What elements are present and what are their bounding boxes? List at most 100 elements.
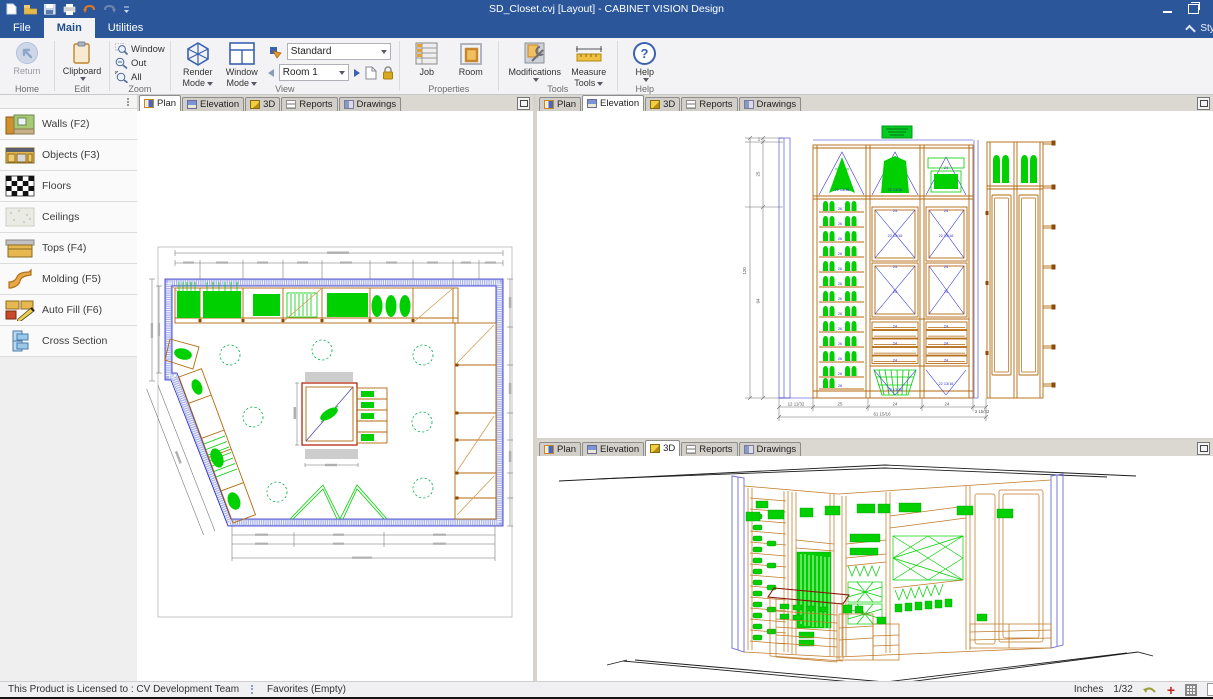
previous-room-button[interactable] — [268, 69, 274, 77]
tab-file[interactable]: File — [0, 18, 44, 38]
lock-icon[interactable] — [382, 66, 394, 80]
tab-plan[interactable]: Plan — [539, 97, 581, 111]
viewport-maximize-button[interactable] — [1197, 97, 1210, 110]
ceilings-icon — [5, 206, 35, 228]
svg-text:26: 26 — [838, 342, 842, 346]
zoom-out-button[interactable]: Out — [115, 56, 165, 70]
sidebar-item-label: Molding (F5) — [42, 273, 101, 285]
sidebar-item-label: Objects (F3) — [42, 149, 100, 161]
zoom-all-button[interactable]: All — [115, 70, 165, 84]
style-button[interactable]: Styl — [1186, 18, 1213, 38]
sidebar-item-floors[interactable]: Floors — [0, 171, 137, 202]
job-button[interactable]: Job — [405, 40, 449, 78]
job-label: Job — [420, 67, 435, 78]
customize-toolbar-icon[interactable] — [123, 5, 131, 14]
sidebar-item-label: Floors — [42, 180, 71, 192]
open-folder-icon[interactable] — [24, 4, 37, 15]
zoom-all-label: All — [131, 72, 142, 83]
sidebar: Walls (F2) Objects (F3) Floors Ceilings … — [0, 95, 138, 682]
tab-3d[interactable]: 3D — [645, 440, 680, 456]
statusbar-grip-icon[interactable] — [251, 685, 255, 694]
room-button[interactable]: Room — [449, 40, 493, 78]
tab-plan[interactable]: Plan — [539, 442, 581, 456]
return-button[interactable]: Return — [5, 40, 49, 77]
modifications-button[interactable]: Modifications — [504, 40, 566, 82]
tab-elevation[interactable]: Elevation — [582, 95, 644, 111]
sidebar-item-walls[interactable]: Walls (F2) — [0, 109, 137, 140]
clipboard-button[interactable]: Clipboard — [60, 40, 104, 81]
walls-icon — [5, 113, 35, 135]
redo-icon[interactable] — [103, 4, 116, 15]
3d-icon — [250, 100, 260, 109]
new-document-icon[interactable] — [6, 3, 17, 15]
zoom-out-icon — [115, 57, 128, 69]
tab-3d[interactable]: 3D — [245, 97, 280, 111]
undo-icon[interactable] — [83, 4, 96, 15]
tab-drawings[interactable]: Drawings — [739, 97, 802, 111]
modifications-icon — [522, 41, 548, 66]
sidebar-item-molding[interactable]: Molding (F5) — [0, 264, 137, 295]
svg-text:22 13/16: 22 13/16 — [888, 188, 903, 192]
floors-icon — [5, 175, 35, 197]
tab-drawings[interactable]: Drawings — [739, 442, 802, 456]
sidebar-item-objects[interactable]: Objects (F3) — [0, 140, 137, 171]
job-icon — [414, 41, 440, 66]
save-icon[interactable] — [44, 4, 56, 15]
zoom-window-button[interactable]: Window — [115, 42, 165, 56]
tab-elevation[interactable]: Elevation — [582, 442, 644, 456]
tab-label: Drawings — [357, 99, 397, 110]
plan-island — [294, 373, 388, 467]
sidebar-item-autofill[interactable]: Auto Fill (F6) — [0, 295, 137, 326]
3d-canvas[interactable] — [537, 456, 1213, 682]
svg-text:24: 24 — [893, 342, 897, 346]
tab-reports[interactable]: Reports — [281, 97, 337, 111]
group-label-help: Help — [618, 84, 672, 94]
svg-text:3 15/32: 3 15/32 — [975, 409, 990, 414]
elevation-canvas[interactable]: 120 1 25 94 — [537, 111, 1213, 438]
crosshair-tool-icon[interactable]: + — [1167, 685, 1175, 695]
tab-3d[interactable]: 3D — [645, 97, 680, 111]
svg-text:22 13/16: 22 13/16 — [888, 388, 903, 392]
print-icon[interactable] — [63, 4, 76, 15]
tab-label: Elevation — [200, 99, 239, 110]
group-label-edit: Edit — [55, 84, 109, 94]
tab-drawings[interactable]: Drawings — [339, 97, 402, 111]
tab-utilities[interactable]: Utilities — [95, 18, 156, 38]
sidebar-item-ceilings[interactable]: Ceilings — [0, 202, 137, 233]
units-indicator[interactable]: Inches — [1074, 684, 1103, 695]
minimize-button[interactable] — [1163, 6, 1172, 13]
grid-toggle-icon[interactable] — [1185, 684, 1197, 696]
sidebar-item-label: Auto Fill (F6) — [42, 304, 102, 316]
sidebar-item-tops[interactable]: Tops (F4) — [0, 233, 137, 264]
dropdown-arrow-icon — [80, 77, 86, 81]
viewport-maximize-button[interactable] — [517, 97, 530, 110]
tab-plan[interactable]: Plan — [139, 95, 181, 111]
3d-room-outline — [559, 465, 1153, 682]
sidebar-item-cross-section[interactable]: Cross Section — [0, 326, 137, 357]
viewport-maximize-button[interactable] — [1197, 442, 1210, 455]
scale-indicator[interactable]: 1/32 — [1113, 684, 1132, 695]
svg-text:12 11/32: 12 11/32 — [788, 402, 805, 407]
tab-reports[interactable]: Reports — [681, 97, 737, 111]
window-mode-button[interactable]: Window Mode — [220, 40, 264, 89]
next-room-button[interactable] — [354, 69, 360, 77]
help-button[interactable]: ? Help — [623, 40, 667, 82]
new-view-icon[interactable] — [365, 66, 377, 80]
render-style-select[interactable]: Standard — [287, 43, 391, 60]
favorites-text[interactable]: Favorites (Empty) — [259, 682, 354, 697]
svg-text:24: 24 — [944, 342, 948, 346]
tab-elevation[interactable]: Elevation — [182, 97, 244, 111]
tab-label: Elevation — [600, 444, 639, 455]
reports-icon — [686, 100, 696, 109]
tab-main[interactable]: Main — [44, 18, 95, 38]
pan-tool-icon[interactable] — [1143, 685, 1157, 695]
plan-canvas[interactable] — [137, 111, 533, 682]
render-mode-button[interactable]: Render Mode — [176, 40, 220, 89]
tops-icon — [5, 237, 35, 259]
tab-reports[interactable]: Reports — [681, 442, 737, 456]
restore-button[interactable] — [1188, 4, 1199, 14]
sidebar-grip-icon[interactable] — [127, 98, 131, 106]
clipped-tool-icon[interactable] — [1207, 683, 1213, 696]
measure-tools-button[interactable]: Measure Tools — [566, 40, 612, 89]
room-select[interactable]: Room 1 — [279, 64, 349, 81]
